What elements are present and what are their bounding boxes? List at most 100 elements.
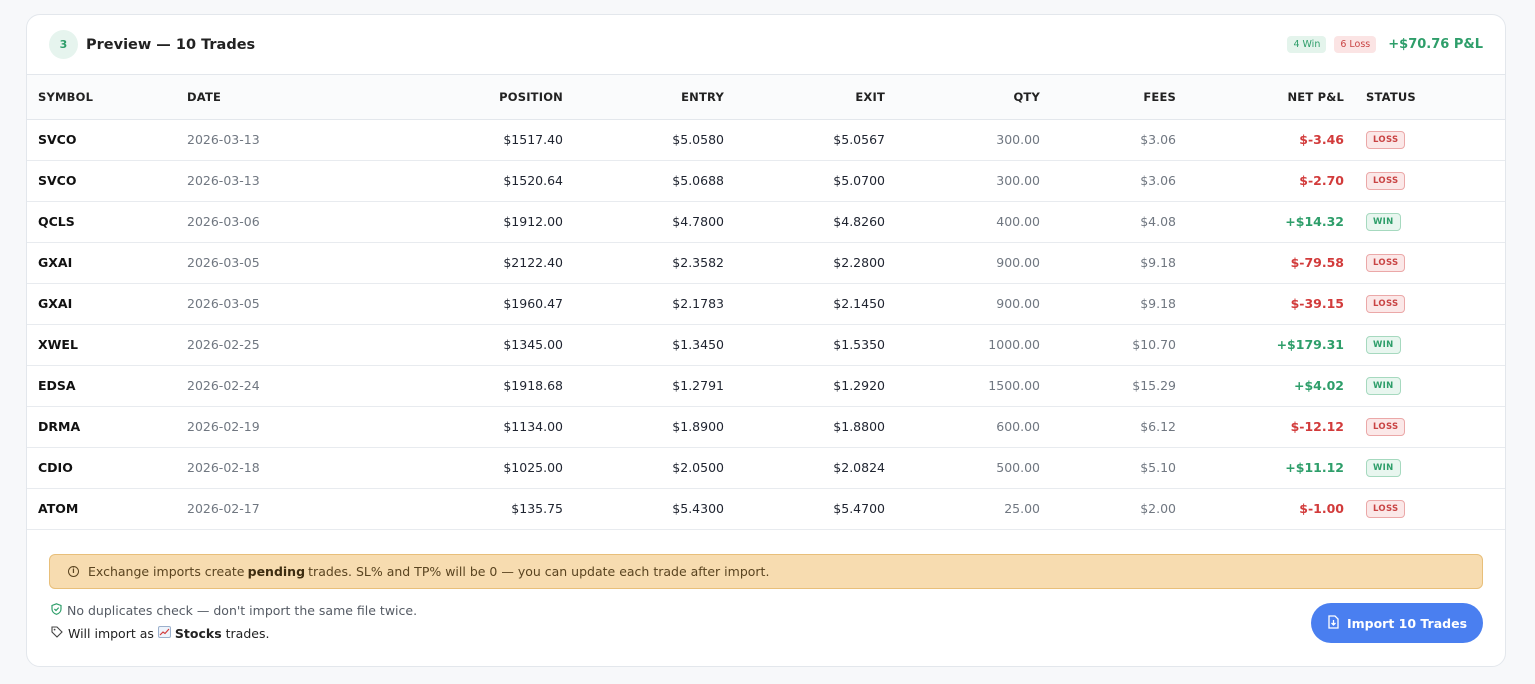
cell-position: $2122.40 (503, 255, 563, 270)
cell-position: $1134.00 (503, 419, 563, 434)
cell-symbol: QCLS (38, 214, 75, 229)
status-badge: LOSS (1366, 418, 1406, 436)
col-header-symbol: SYMBOL (38, 89, 94, 104)
cell-qty: 1500.00 (988, 378, 1040, 393)
cell-net-pnl: $-39.15 (1290, 296, 1344, 311)
cell-status: LOSS (1344, 242, 1505, 283)
cell-fees: $5.10 (1140, 460, 1176, 475)
shield-check-icon (51, 603, 62, 618)
cell-exit: $1.8800 (833, 419, 885, 434)
col-header-status: STATUS (1366, 89, 1416, 104)
cell-entry: $1.8900 (672, 419, 724, 434)
cell-net-pnl: $-79.58 (1290, 255, 1344, 270)
cell-net-pnl: +$14.32 (1285, 214, 1344, 229)
cell-exit: $4.8260 (833, 214, 885, 229)
cell-net-pnl: $-3.46 (1299, 132, 1344, 147)
cell-symbol: SVCO (38, 173, 77, 188)
cell-symbol: GXAI (38, 296, 73, 311)
preview-header: 3 Preview — 10 Trades 4 Win 6 Loss +$70.… (27, 15, 1505, 75)
table-row: GXAI 2026-03-05 $1960.47 $2.1783 $2.1450 900.… (27, 283, 1505, 324)
status-badge: LOSS (1366, 131, 1406, 149)
summary-stats: 4 Win 6 Loss +$70.76 P&L (1279, 36, 1483, 53)
cell-entry: $5.0580 (672, 132, 724, 147)
table-header-row: SYMBOL DATE POSITION ENTRY EXIT QTY FEES… (27, 75, 1505, 119)
status-badge: WIN (1366, 213, 1401, 231)
duplicates-warning-text: No duplicates check — don't import the s… (67, 603, 418, 618)
cell-exit: $1.5350 (833, 337, 885, 352)
notice-text-bold: pending (247, 564, 306, 579)
cell-qty: 900.00 (996, 296, 1040, 311)
cell-entry: $2.1783 (672, 296, 724, 311)
cell-position: $1345.00 (503, 337, 563, 352)
cell-fees: $3.06 (1140, 173, 1176, 188)
cell-fees: $4.08 (1140, 214, 1176, 229)
cell-net-pnl: +$4.02 (1293, 378, 1344, 393)
cell-fees: $6.12 (1140, 419, 1176, 434)
cell-date: 2026-03-13 (187, 132, 260, 147)
cell-date: 2026-03-05 (187, 296, 260, 311)
cell-entry: $2.0500 (672, 460, 724, 475)
cell-entry: $1.3450 (672, 337, 724, 352)
table-row: SVCO 2026-03-13 $1520.64 $5.0688 $5.0700 300.… (27, 160, 1505, 201)
tag-icon (51, 626, 63, 641)
import-trades-button[interactable]: Import 10 Trades (1311, 603, 1483, 643)
cell-symbol: SVCO (38, 132, 77, 147)
cell-position: $1025.00 (503, 460, 563, 475)
cell-date: 2026-02-24 (187, 378, 260, 393)
cell-fees: $2.00 (1140, 501, 1176, 516)
total-pnl: +$70.76 P&L (1388, 37, 1483, 52)
import-as-prefix: Will import as (68, 626, 154, 641)
cell-symbol: ATOM (38, 501, 79, 516)
cell-status: LOSS (1344, 283, 1505, 324)
cell-exit: $5.0700 (833, 173, 885, 188)
cell-entry: $5.4300 (672, 501, 724, 516)
cell-exit: $5.4700 (833, 501, 885, 516)
cell-date: 2026-02-18 (187, 460, 260, 475)
cell-position: $1912.00 (503, 214, 563, 229)
notice-text-after: trades. SL% and TP% will be 0 — you can … (308, 564, 770, 579)
cell-date: 2026-02-19 (187, 419, 260, 434)
preview-card: 3 Preview — 10 Trades 4 Win 6 Loss +$70.… (26, 14, 1506, 667)
col-header-exit: EXIT (855, 89, 885, 104)
status-badge: LOSS (1366, 295, 1406, 313)
win-count-pill: 4 Win (1287, 36, 1327, 53)
cell-fees: $9.18 (1140, 296, 1176, 311)
file-import-icon (1327, 614, 1339, 632)
cell-fees: $15.29 (1132, 378, 1176, 393)
cell-net-pnl: $-12.12 (1290, 419, 1344, 434)
cell-exit: $1.2920 (833, 378, 885, 393)
col-header-date: DATE (187, 89, 222, 104)
cell-date: 2026-03-13 (187, 173, 260, 188)
chart-up-icon (157, 626, 171, 641)
notice-text-before: Exchange imports create (88, 564, 245, 579)
import-trades-button-label: Import 10 Trades (1346, 615, 1468, 631)
status-badge: LOSS (1366, 172, 1406, 190)
cell-qty: 300.00 (996, 173, 1040, 188)
status-badge: LOSS (1366, 500, 1406, 518)
cell-net-pnl: +$11.12 (1285, 460, 1344, 475)
cell-status: WIN (1344, 201, 1505, 242)
cell-status: LOSS (1344, 406, 1505, 447)
cell-entry: $5.0688 (672, 173, 724, 188)
col-header-fees: FEES (1143, 89, 1176, 104)
cell-net-pnl: $-2.70 (1299, 173, 1344, 188)
cell-position: $1960.47 (503, 296, 563, 311)
cell-date: 2026-03-05 (187, 255, 260, 270)
cell-qty: 500.00 (996, 460, 1040, 475)
cell-position: $135.75 (511, 501, 563, 516)
cell-position: $1517.40 (503, 132, 563, 147)
cell-entry: $1.2791 (672, 378, 724, 393)
cell-fees: $10.70 (1132, 337, 1176, 352)
cell-status: WIN (1344, 324, 1505, 365)
cell-status: LOSS (1344, 160, 1505, 201)
cell-qty: 300.00 (996, 132, 1040, 147)
cell-status: WIN (1344, 447, 1505, 488)
import-type-info: Will import as Stocks trades. (51, 626, 269, 641)
cell-date: 2026-02-17 (187, 501, 260, 516)
cell-qty: 400.00 (996, 214, 1040, 229)
cell-qty: 600.00 (996, 419, 1040, 434)
table-row: DRMA 2026-02-19 $1134.00 $1.8900 $1.8800 600.… (27, 406, 1505, 447)
col-header-net-pnl: NET P&L (1287, 89, 1344, 104)
trades-table-body: SVCO 2026-03-13 $1517.40 $5.0580 $5.0567 300.… (27, 119, 1505, 529)
cell-symbol: EDSA (38, 378, 76, 393)
